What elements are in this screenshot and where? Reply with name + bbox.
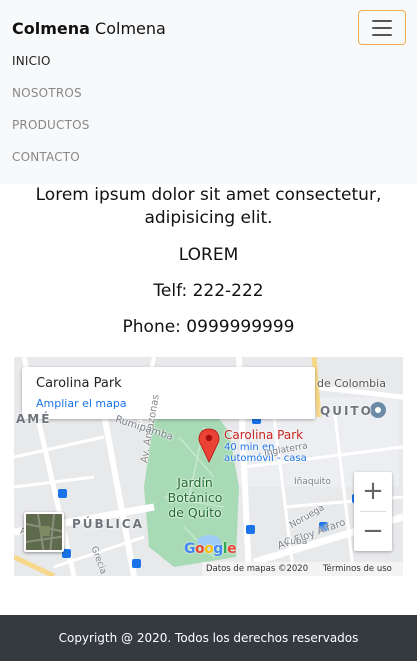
map-label-quito: QUITO [320, 404, 373, 418]
map-district-ame: AMÉ [16, 412, 52, 426]
marker-label[interactable]: Carolina Park [224, 428, 303, 442]
nav-item-nosotros[interactable]: NOSOTROS [12, 85, 82, 101]
nav-item-contacto[interactable]: CONTACTO [12, 149, 80, 165]
brand-text: Colmena [95, 19, 166, 38]
section-heading: LOREM [178, 245, 239, 265]
map-zoom-control: + − [354, 472, 392, 551]
brand[interactable]: Colmena Colmena [12, 18, 166, 40]
zoom-out-button[interactable]: − [354, 512, 392, 551]
nav-item-productos[interactable]: PRODUCTOS [12, 117, 90, 133]
map-label-inaquito: Iñaquito [294, 477, 331, 487]
map-data-credit: Datos de mapas ©2020 [206, 564, 309, 574]
google-logo: Google [184, 541, 237, 557]
brand-bold: Colmena [12, 19, 90, 38]
map-enlarge-link[interactable]: Ampliar el mapa [36, 397, 127, 410]
map-terms-link[interactable]: Términos de uso [323, 564, 392, 574]
map-label-colombia: de Colombia [317, 377, 386, 390]
map-info-title: Carolina Park [36, 376, 122, 391]
footer-copyright: Copyrigth @ 2020. Todos los derechos res… [58, 631, 359, 645]
navbar: Colmena Colmena INICIO NOSOTROS PRODUCTO… [0, 0, 417, 184]
park-label: Jardín Botánico de Quito [167, 475, 223, 520]
map-district-publica: PÚBLICA [72, 517, 144, 531]
footer: Copyrigth @ 2020. Todos los derechos res… [0, 615, 417, 661]
map-attribution: Datos de mapas ©2020 Términos de uso [202, 562, 403, 576]
nav-item-inicio[interactable]: INICIO [12, 53, 51, 69]
map-info-card: Carolina Park Ampliar el mapa [22, 367, 315, 419]
map-label-cuba: Cuba [284, 537, 308, 547]
telf-text: Telf: 222-222 [153, 281, 264, 301]
satellite-thumbnail-icon [26, 514, 62, 550]
zoom-in-button[interactable]: + [354, 472, 392, 511]
lead-text: Lorem ipsum dolor sit amet consectetur, … [35, 185, 382, 228]
navbar-toggler-button[interactable] [358, 10, 406, 45]
satellite-view-toggle[interactable] [24, 512, 64, 552]
embedded-map[interactable]: Carolina Park Ampliar el mapa Carolina P… [14, 357, 403, 576]
phone-text: Phone: 0999999999 [122, 317, 295, 337]
